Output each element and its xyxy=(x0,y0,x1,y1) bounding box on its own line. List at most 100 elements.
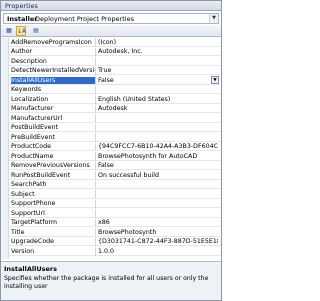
description-text: Specifies whether the package is install… xyxy=(4,275,209,290)
column-divider[interactable] xyxy=(95,76,96,85)
column-divider[interactable] xyxy=(95,57,96,66)
column-divider[interactable] xyxy=(95,104,96,113)
property-value[interactable]: x86 xyxy=(98,219,218,226)
column-divider[interactable] xyxy=(95,95,96,104)
chevron-down-icon[interactable]: ▼ xyxy=(209,14,218,23)
property-value[interactable] xyxy=(98,191,218,198)
property-name: ProductName xyxy=(11,152,54,160)
column-divider[interactable] xyxy=(95,123,96,132)
property-name: ProductCode xyxy=(11,143,52,150)
column-divider[interactable] xyxy=(95,171,96,180)
property-row[interactable]: Title BrowsePhotosynth xyxy=(9,228,221,237)
property-name: Description xyxy=(11,57,47,65)
column-divider[interactable] xyxy=(95,66,96,75)
column-divider[interactable] xyxy=(95,190,96,199)
property-row[interactable]: Subject xyxy=(9,190,221,199)
property-value[interactable]: False xyxy=(98,162,218,169)
property-row[interactable]: Version 1.0.0 xyxy=(9,247,221,256)
column-divider[interactable] xyxy=(95,228,96,237)
property-value[interactable] xyxy=(98,86,218,93)
property-row[interactable]: Description xyxy=(9,57,221,66)
property-value[interactable]: {D3031741-C872-44F3-887D-51E5E18D254A} xyxy=(98,238,218,245)
property-row[interactable]: ManufacturerUrl xyxy=(9,114,221,123)
property-row[interactable]: Manufacturer Autodesk xyxy=(9,104,221,113)
column-divider[interactable] xyxy=(95,142,96,151)
property-row[interactable]: DetectNewerInstalledVersion True xyxy=(9,66,221,75)
categorized-button[interactable]: ▦ xyxy=(4,26,14,36)
property-row[interactable]: SupportUrl xyxy=(9,209,221,218)
property-value[interactable]: Autodesk, Inc. xyxy=(98,48,218,55)
property-value[interactable]: (Icon) xyxy=(98,39,218,46)
alphabetical-button[interactable]: ↓A xyxy=(16,26,26,36)
column-divider[interactable] xyxy=(95,114,96,123)
column-divider[interactable] xyxy=(95,218,96,227)
property-row[interactable]: TargetPlatform x86 xyxy=(9,218,221,227)
property-value[interactable] xyxy=(98,181,218,188)
property-name: Manufacturer xyxy=(11,105,54,112)
property-row[interactable]: Keywords xyxy=(9,85,221,94)
property-name: Localization xyxy=(11,95,49,103)
property-value[interactable] xyxy=(98,115,218,122)
column-divider[interactable] xyxy=(95,199,96,208)
property-row[interactable]: ProductName BrowsePhotosynth for AutoCAD xyxy=(9,152,221,161)
column-divider[interactable] xyxy=(95,85,96,94)
property-value[interactable]: BrowsePhotosynth xyxy=(98,229,218,236)
property-value[interactable]: False xyxy=(98,77,208,84)
object-selector[interactable]: Installer Deployment Project Properties … xyxy=(3,13,219,24)
description-title: InstallAllUsers xyxy=(4,265,57,273)
property-row[interactable]: SearchPath xyxy=(9,180,221,189)
grid-margin xyxy=(1,38,9,259)
column-divider[interactable] xyxy=(95,133,96,142)
property-value[interactable]: {94C9FCC7-6B10-42A4-A3B3-DF604CA2A169} xyxy=(98,143,218,150)
property-row[interactable]: AddRemoveProgramsIcon (Icon) xyxy=(9,38,221,47)
value-dropdown-button[interactable]: ▼ xyxy=(211,76,219,84)
property-name: Version xyxy=(11,247,35,255)
property-row[interactable]: ProductCode {94C9FCC7-6B10-42A4-A3B3-DF60… xyxy=(9,142,221,151)
alphabetical-icon: ↓A xyxy=(17,28,27,35)
property-pages-button[interactable]: ▤ xyxy=(31,26,41,36)
property-name: Subject xyxy=(11,190,35,198)
property-value[interactable] xyxy=(98,124,218,131)
property-value[interactable]: 1.0.0 xyxy=(98,248,218,255)
property-name: AddRemoveProgramsIcon xyxy=(11,38,92,46)
property-value[interactable] xyxy=(98,200,218,207)
property-value[interactable]: On successful build xyxy=(98,172,218,179)
property-value[interactable]: BrowsePhotosynth for AutoCAD xyxy=(98,153,218,160)
property-row[interactable]: SupportPhone xyxy=(9,199,221,208)
property-value[interactable]: Autodesk xyxy=(98,105,218,112)
column-divider[interactable] xyxy=(95,237,96,246)
property-row[interactable]: PostBuildEvent xyxy=(9,123,221,132)
categorized-icon: ▦ xyxy=(6,27,12,34)
column-divider[interactable] xyxy=(95,161,96,170)
property-row[interactable]: Author Autodesk, Inc. xyxy=(9,47,221,56)
property-value[interactable] xyxy=(98,210,218,217)
property-name: PreBuildEvent xyxy=(11,133,55,141)
property-row[interactable]: PreBuildEvent xyxy=(9,133,221,142)
property-name: Title xyxy=(11,228,25,236)
property-value[interactable] xyxy=(98,58,218,65)
property-row[interactable]: RemovePreviousVersions False xyxy=(9,161,221,170)
properties-window: Properties Installer Deployment Project … xyxy=(0,0,222,301)
property-value[interactable] xyxy=(98,134,218,141)
column-divider[interactable] xyxy=(95,180,96,189)
property-value[interactable]: English (United States) xyxy=(98,96,218,103)
property-row[interactable]: Localization English (United States) xyxy=(9,95,221,104)
property-name: InstallAllUsers xyxy=(11,76,95,84)
property-name: Author xyxy=(11,48,33,55)
property-name: SupportUrl xyxy=(11,209,45,217)
property-value[interactable]: True xyxy=(98,67,218,74)
property-grid: AddRemoveProgramsIcon (Icon) Author Autodes… xyxy=(1,38,221,259)
object-type: Deployment Project Properties xyxy=(35,15,134,23)
column-divider[interactable] xyxy=(95,152,96,161)
column-divider[interactable] xyxy=(95,47,96,56)
property-row[interactable]: InstallAllUsers False ▼ xyxy=(9,76,221,85)
window-titlebar[interactable]: Properties xyxy=(1,1,221,11)
property-pages-icon: ▤ xyxy=(33,27,39,34)
column-divider[interactable] xyxy=(95,38,96,47)
property-name: UpgradeCode xyxy=(11,238,55,245)
property-row[interactable]: UpgradeCode {D3031741-C872-44F3-887D-51E5… xyxy=(9,237,221,246)
column-divider[interactable] xyxy=(95,209,96,218)
property-row[interactable]: RunPostBuildEvent On successful build xyxy=(9,171,221,180)
column-divider[interactable] xyxy=(95,247,96,256)
property-name: RemovePreviousVersions xyxy=(11,162,90,169)
